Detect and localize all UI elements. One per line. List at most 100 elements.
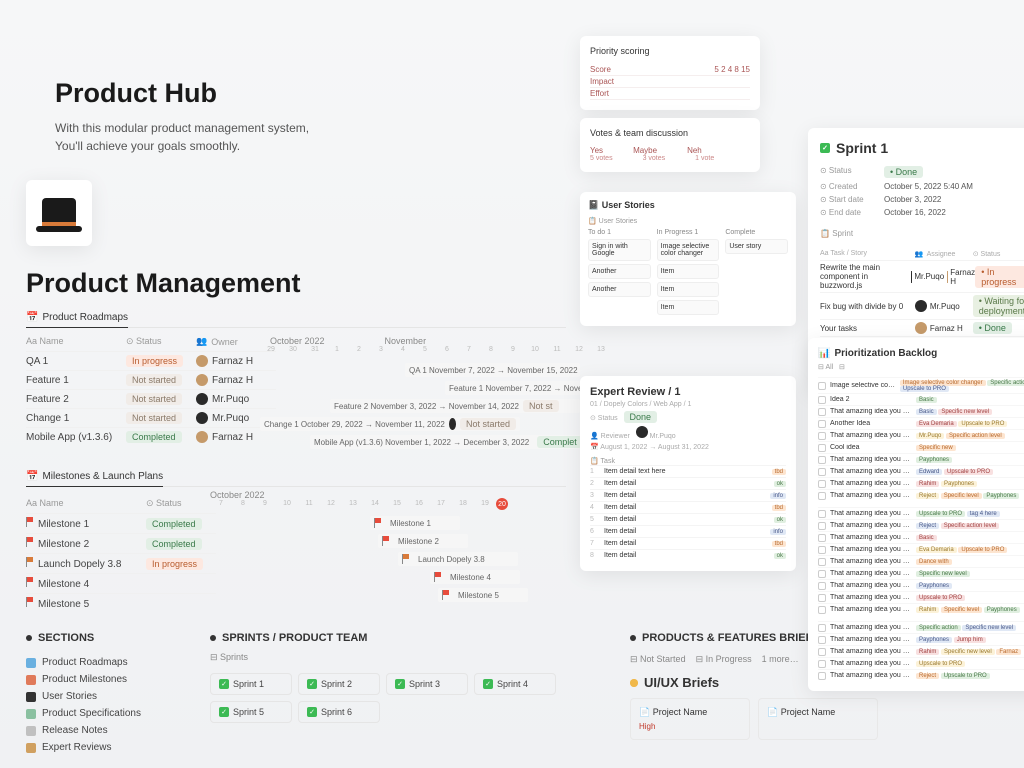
votes-title: Votes & team discussion (590, 128, 750, 138)
table-row[interactable]: Launch Dopely 3.8 In progress (26, 553, 216, 573)
milestones-table: Aa Name ⊙ Status Milestone 1 Completed M… (26, 494, 216, 613)
backlog-card: Prioritization Backlog ⊟ All ⊟ Image sel… (808, 338, 1024, 691)
backlog-title: Prioritization Backlog (818, 348, 1024, 359)
backlog-row[interactable]: That amazing idea you haveUpscale to PRO… (818, 507, 1024, 519)
table-row[interactable]: Your tasks Farnaz H • Done (820, 319, 1024, 336)
us-item[interactable]: Item (657, 282, 720, 297)
backlog-row[interactable]: That amazing idea you haveRahim Specific… (818, 603, 1024, 615)
sprint-chip[interactable]: ✓Sprint 3 (386, 673, 468, 695)
sprint-chip[interactable]: ✓Sprint 1 (210, 673, 292, 695)
priority-card: Priority scoring Score5 2 4 8 15ImpactEf… (580, 36, 760, 110)
table-row[interactable]: QA 1 In progress Farnaz H (26, 351, 276, 370)
expert-title: Expert Review / 1 (590, 386, 786, 398)
sprints-panel: SPRINTS / PRODUCT TEAM ⊟ Sprints ✓Sprint… (210, 632, 590, 723)
backlog-row[interactable]: That amazing idea you havePayphones (818, 579, 1024, 591)
briefs-tab-ip[interactable]: ⊟ In Progress (696, 654, 752, 665)
roadmap-tabs: 📅 Product Roadmaps (26, 312, 566, 328)
section-item[interactable]: Release Notes (26, 722, 141, 739)
priority-title: Priority scoring (590, 46, 750, 56)
hero: Product Hub With this modular product ma… (55, 78, 309, 155)
backlog-row[interactable]: Another IdeaEva Demaria Upscale to PRO (818, 417, 1024, 429)
table-row[interactable]: Milestone 1 Completed (26, 513, 216, 533)
bar-change1[interactable]: Change 1 October 29, 2022 → November 11,… (260, 417, 520, 431)
backlog-row[interactable]: That amazing idea you havePayphones Jump… (818, 633, 1024, 645)
briefs-tab-more[interactable]: 1 more… (762, 654, 799, 665)
mile-days: 78910111213141516171819 (210, 500, 496, 507)
backlog-row[interactable]: That amazing idea you haveSpecific actio… (818, 621, 1024, 633)
table-row[interactable]: Fix bug with divide by 0 Mr.Puqo • Waiti… (820, 292, 1024, 319)
mile-bar-1[interactable]: Milestone 1 (370, 516, 460, 530)
us-item[interactable]: Another (588, 264, 651, 279)
mile-bar-5[interactable]: Milestone 5 (438, 588, 528, 602)
table-row[interactable]: Feature 1 Not started Farnaz H (26, 370, 276, 389)
table-row[interactable]: Milestone 5 (26, 593, 216, 613)
table-row[interactable]: Milestone 4 (26, 573, 216, 593)
us-item[interactable]: Image selective color changer (657, 239, 720, 261)
sprint-chip[interactable]: ✓Sprint 4 (474, 673, 556, 695)
sprint-chip[interactable]: ✓Sprint 5 (210, 701, 292, 723)
backlog-row[interactable]: That amazing idea you haveDance with (818, 555, 1024, 567)
us-item[interactable]: Item (657, 300, 720, 315)
backlog-row[interactable]: That amazing idea you haveBasic (818, 531, 1024, 543)
timeline-days: 29303112345678910111213 (260, 346, 612, 353)
mile-bar-3[interactable]: Launch Dopely 3.8 (398, 552, 518, 566)
tab-milestones[interactable]: 📅 Milestones & Launch Plans (26, 471, 163, 487)
backlog-row[interactable]: That amazing idea you haveReject Specifi… (818, 519, 1024, 531)
bar-feat1[interactable]: Feature 1 November 7, 2022 → November (445, 381, 580, 395)
backlog-row[interactable]: That amazing idea you haveRahim Payphone… (818, 477, 1024, 489)
section-item[interactable]: Expert Reviews (26, 739, 141, 756)
brief-card[interactable]: 📄 Project NameHigh (630, 698, 750, 740)
votes-card: Votes & team discussion YesMaybeNeh 5 vo… (580, 118, 760, 172)
table-row[interactable]: Change 1 Not started Mr.Puqo (26, 408, 276, 427)
tab-roadmaps[interactable]: 📅 Product Roadmaps (26, 312, 128, 328)
brief-card[interactable]: 📄 Project Name (758, 698, 878, 740)
mile-bar-2[interactable]: Milestone 2 (378, 534, 468, 548)
mile-bar-4[interactable]: Milestone 4 (430, 570, 520, 584)
section-item[interactable]: Product Roadmaps (26, 654, 141, 671)
briefs-tab-ns[interactable]: Not Started (630, 654, 686, 665)
hero-title: Product Hub (55, 78, 309, 109)
pm-title: Product Management (26, 268, 301, 299)
backlog-row[interactable]: That amazing idea you haveMr.Puqo Specif… (818, 429, 1024, 441)
sections-panel: SECTIONS Product RoadmapsProduct Milesto… (26, 632, 141, 756)
bar-mobile[interactable]: Mobile App (v1.3.6) November 1, 2022 → D… (310, 435, 580, 449)
table-row[interactable]: Milestone 2 Completed (26, 533, 216, 553)
us-item[interactable]: Another (588, 282, 651, 297)
backlog-row[interactable]: That amazing idea you haveReject Upscale… (818, 669, 1024, 681)
section-item[interactable]: User Stories (26, 688, 141, 705)
sections-title: SECTIONS (26, 632, 141, 644)
bar-qa1[interactable]: QA 1 November 7, 2022 → November 15, 202… (405, 363, 580, 377)
backlog-row[interactable]: That amazing idea you haveSpecific new l… (818, 567, 1024, 579)
sprints-title: SPRINTS / PRODUCT TEAM (210, 632, 590, 644)
table-row[interactable]: Mobile App (v1.3.6) Completed Farnaz H (26, 427, 276, 446)
backlog-row[interactable]: That amazing idea you haveUpscale to PRO (818, 591, 1024, 603)
backlog-row[interactable]: That amazing idea you haveEva Demaria Up… (818, 543, 1024, 555)
us-item[interactable]: Sign in with Google (588, 239, 651, 261)
backlog-row[interactable]: Image selective color changerImage selec… (818, 377, 1024, 393)
us-item[interactable]: Item (657, 264, 720, 279)
mile-month: October 2022 (210, 490, 265, 500)
backlog-row[interactable]: That amazing idea you haveReject Specifi… (818, 489, 1024, 501)
expert-review-card: Expert Review / 1 01 / Dopely Colors / W… (580, 376, 796, 571)
sprint-chip[interactable]: ✓Sprint 6 (298, 701, 380, 723)
milestones-tabs: 📅 Milestones & Launch Plans (26, 471, 566, 487)
backlog-row[interactable]: That amazing idea you havePayphones (818, 453, 1024, 465)
us-item[interactable]: User story (725, 239, 788, 254)
backlog-row[interactable]: That amazing idea you haveBasic Specific… (818, 405, 1024, 417)
logo-card (26, 180, 92, 246)
section-item[interactable]: Product Milestones (26, 671, 141, 688)
today-marker: 20 (496, 498, 508, 510)
backlog-row[interactable]: That amazing idea you haveEdward Upscale… (818, 465, 1024, 477)
section-item[interactable]: Product Specifications (26, 705, 141, 722)
user-stories-card: 📓 User Stories 📋 User Stories To do 1 Si… (580, 192, 796, 326)
bar-feat2[interactable]: Feature 2 November 3, 2022 → November 14… (330, 399, 580, 413)
backlog-row[interactable]: That amazing idea you haveRahim Specific… (818, 645, 1024, 657)
sprint-chip[interactable]: ✓Sprint 2 (298, 673, 380, 695)
backlog-row[interactable]: Idea 2Basic (818, 393, 1024, 405)
hero-sub: With this modular product management sys… (55, 119, 309, 155)
hat-icon (42, 198, 76, 228)
backlog-row[interactable]: Cool ideaSpecific new (818, 441, 1024, 453)
table-row[interactable]: Rewrite the main component in buzzword.j… (820, 260, 1024, 292)
table-row[interactable]: Feature 2 Not started Mr.Puqo (26, 389, 276, 408)
backlog-row[interactable]: That amazing idea you haveUpscale to PRO (818, 657, 1024, 669)
